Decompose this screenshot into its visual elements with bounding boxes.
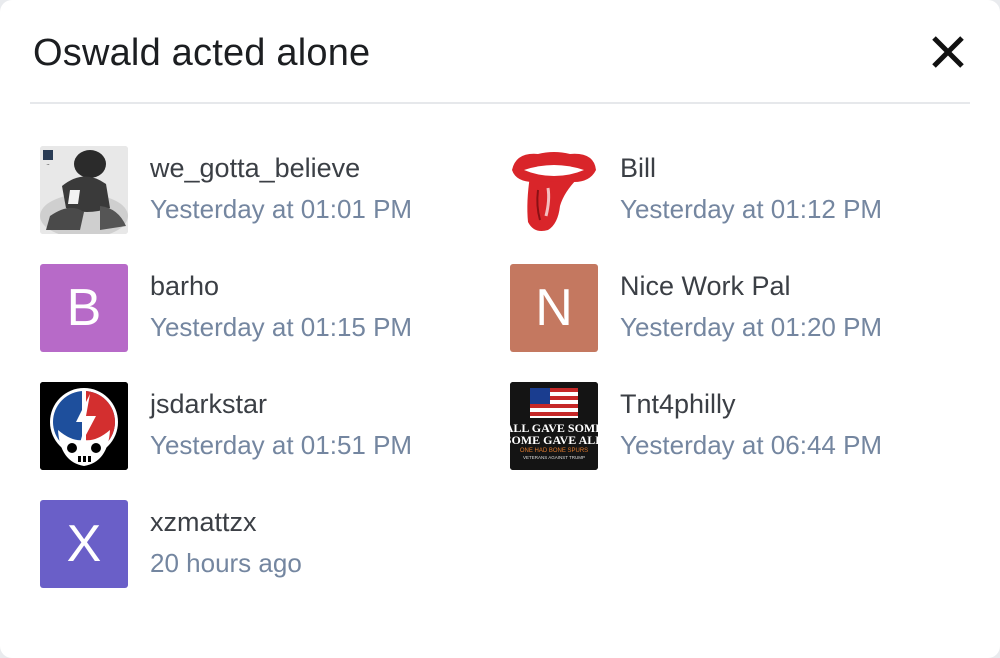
reactions-dialog: Oswald acted alone ~ we_gotta_believe Ye… <box>0 0 1000 658</box>
list-item[interactable]: Bill Yesterday at 01:12 PM <box>510 146 980 234</box>
avatar-letter: X <box>66 515 102 573</box>
svg-text:~: ~ <box>46 162 49 167</box>
avatar[interactable]: X <box>40 500 128 588</box>
banner-text-line: VETERANS AGAINST TRUMP <box>523 455 585 460</box>
flag-text-banner-image: ALL GAVE SOME SOME GAVE ALL ONE HAD BONE… <box>510 382 598 470</box>
close-button[interactable] <box>930 34 966 70</box>
list-item[interactable]: B barho Yesterday at 01:15 PM <box>40 264 510 352</box>
reaction-time: Yesterday at 01:15 PM <box>150 312 413 342</box>
reaction-time: Yesterday at 01:12 PM <box>620 194 883 224</box>
avatar[interactable]: N <box>510 264 598 352</box>
user-name[interactable]: jsdarkstar <box>150 389 267 420</box>
reaction-time: 20 hours ago <box>150 548 302 578</box>
user-name[interactable]: xzmattzx <box>150 507 257 538</box>
steal-your-face-skull-logo <box>40 382 128 470</box>
user-name[interactable]: we_gotta_believe <box>150 153 360 184</box>
avatar[interactable]: ~ <box>40 146 128 234</box>
user-name[interactable]: Nice Work Pal <box>620 271 791 302</box>
football-player-photo: ~ <box>40 146 128 234</box>
user-name[interactable]: Bill <box>620 153 656 184</box>
avatar[interactable]: B <box>40 264 128 352</box>
list-item[interactable]: ALL GAVE SOME SOME GAVE ALL ONE HAD BONE… <box>510 382 980 470</box>
banner-text-line: SOME GAVE ALL <box>510 433 598 447</box>
avatar[interactable] <box>40 382 128 470</box>
dialog-header: Oswald acted alone <box>30 0 970 104</box>
dialog-title: Oswald acted alone <box>33 32 371 74</box>
user-name[interactable]: Tnt4philly <box>620 389 736 420</box>
reaction-time: Yesterday at 06:44 PM <box>620 430 883 460</box>
avatar[interactable] <box>510 146 598 234</box>
banner-text-line: ONE HAD BONE SPURS <box>520 448 588 454</box>
list-item[interactable]: ~ we_gotta_believe Yesterday at 01:01 PM <box>40 146 510 234</box>
avatar-letter: N <box>535 279 573 337</box>
user-name[interactable]: barho <box>150 271 219 302</box>
list-item[interactable]: N Nice Work Pal Yesterday at 01:20 PM <box>510 264 980 352</box>
reaction-time: Yesterday at 01:01 PM <box>150 194 413 224</box>
list-item[interactable]: jsdarkstar Yesterday at 01:51 PM <box>40 382 510 470</box>
close-icon <box>932 36 964 68</box>
avatar-letter: B <box>66 279 102 337</box>
reaction-time: Yesterday at 01:51 PM <box>150 430 413 460</box>
list-item[interactable]: X xzmattzx 20 hours ago <box>40 500 510 588</box>
reaction-time: Yesterday at 01:20 PM <box>620 312 883 342</box>
rolling-stones-tongue-logo <box>510 146 598 234</box>
avatar[interactable]: ALL GAVE SOME SOME GAVE ALL ONE HAD BONE… <box>510 382 598 470</box>
